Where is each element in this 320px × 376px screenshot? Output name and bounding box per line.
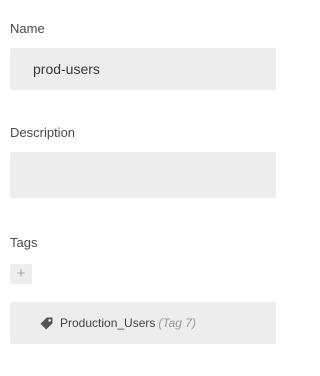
- tag-name-text: Production_Users: [60, 316, 156, 330]
- name-field-label: Name: [10, 21, 45, 36]
- description-field-label: Description: [10, 125, 76, 140]
- tag-icon: [39, 315, 55, 331]
- tags-field-label: Tags: [10, 235, 38, 250]
- tag-meta-text: (Tag 7): [158, 316, 196, 330]
- name-input-value: prod-users: [33, 61, 100, 77]
- add-tag-button[interactable]: +: [10, 264, 32, 284]
- tag-label: Production_Users (Tag 7): [60, 315, 196, 331]
- name-input[interactable]: prod-users: [10, 48, 276, 90]
- tag-list-item[interactable]: Production_Users (Tag 7): [10, 302, 276, 344]
- description-input[interactable]: [10, 152, 276, 198]
